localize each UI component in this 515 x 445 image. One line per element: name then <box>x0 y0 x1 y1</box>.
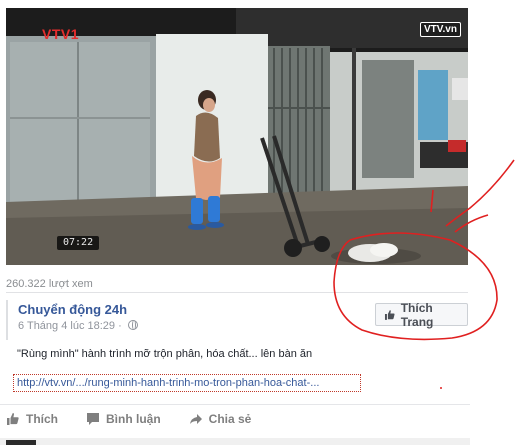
post-timestamp[interactable]: 6 Tháng 4 lúc 18:29 · <box>18 320 138 332</box>
video-duration: 07:22 <box>57 236 100 250</box>
thumbs-up-icon <box>384 309 395 320</box>
comment-action[interactable]: Bình luận <box>86 410 161 428</box>
comment-icon <box>87 413 99 425</box>
like-page-label: Thích Trang <box>400 300 434 329</box>
page-name-link[interactable]: Chuyển động 24h <box>18 302 127 317</box>
annotation-dot <box>440 387 442 389</box>
action-bar: Thích Bình luận Chia sẻ <box>6 410 279 428</box>
share-icon <box>189 414 202 424</box>
quote-bar <box>6 300 8 340</box>
video-player[interactable]: VTV1 VTV.vn 07:22 <box>6 8 468 265</box>
thumbs-up-icon <box>7 413 19 425</box>
view-count: 260.322 lượt xem <box>6 278 93 290</box>
like-page-button[interactable]: Thích Trang <box>375 300 468 329</box>
like-action[interactable]: Thích <box>6 410 58 428</box>
share-action[interactable]: Chia sẻ <box>189 410 252 428</box>
next-post-edge <box>0 438 470 445</box>
like-action-label: Thích <box>26 412 58 426</box>
actions-divider <box>0 404 470 405</box>
post-link[interactable]: http://vtv.vn/.../rung-minh-hanh-trinh-m… <box>13 374 361 392</box>
post-date-text: 6 Tháng 4 lúc 18:29 · <box>18 320 125 332</box>
channel-logo-right: VTV.vn <box>420 22 461 37</box>
globe-icon <box>127 320 138 330</box>
channel-logo-left: VTV1 <box>42 26 80 42</box>
share-action-label: Chia sẻ <box>208 412 252 426</box>
video-frame <box>6 8 468 265</box>
divider <box>6 292 468 293</box>
comment-action-label: Bình luận <box>106 412 161 426</box>
post-text: "Rùng mình" hành trình mỡ trộn phân, hóa… <box>17 348 313 360</box>
